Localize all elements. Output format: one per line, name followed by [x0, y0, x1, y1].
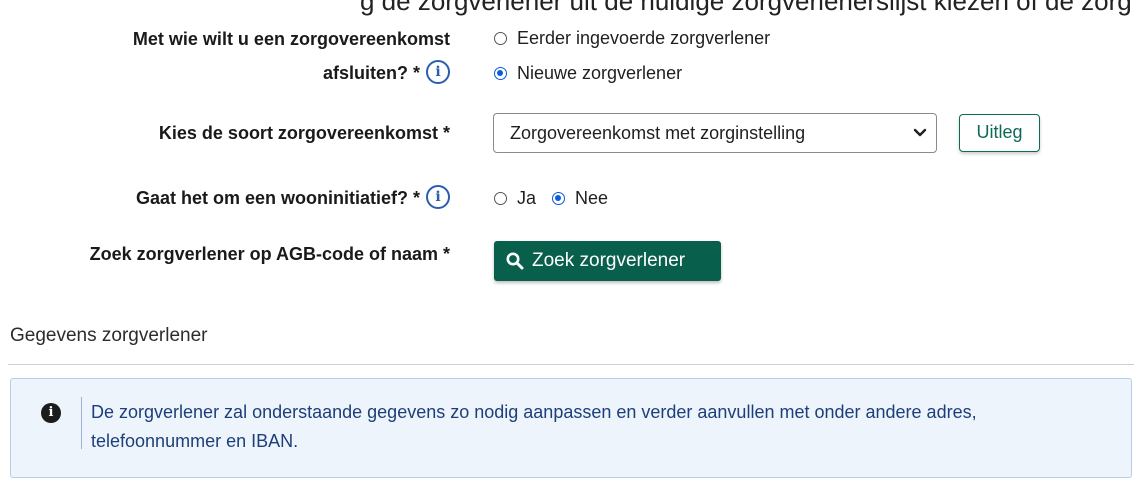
section-title: Gegevens zorgverlener [10, 325, 208, 346]
clipped-top-text: g de zorgverlener uit de huidige zorgver… [360, 0, 1132, 16]
wooninitiatief-label: Gaat het om een wooninitiatief? * i [136, 181, 450, 215]
radio-button-checked[interactable] [494, 66, 507, 80]
soort-select[interactable]: Zorgovereenkomst met zorginstelling [493, 113, 937, 153]
radio-label: Nieuwe zorgverlener [517, 63, 683, 83]
radio-nieuwe-zorgverlener[interactable]: Nieuwe zorgverlener [494, 60, 682, 86]
wooninitiatief-label-text: Gaat het om een wooninitiatief? * [135, 188, 420, 208]
radio-label: Eerder ingevoerde zorgverlener [517, 28, 771, 48]
soort-label: Kies de soort zorgovereenkomst * [158, 123, 450, 143]
chevron-down-icon [913, 128, 927, 137]
info-icon[interactable]: i [426, 185, 450, 210]
radio-eerder-ingevoerde[interactable]: Eerder ingevoerde zorgverlener [494, 25, 770, 51]
uitleg-button[interactable]: Uitleg [959, 114, 1040, 152]
info-icon[interactable]: i [426, 60, 450, 85]
radio-button[interactable] [494, 31, 507, 45]
radio-nee-label: Nee [575, 188, 609, 208]
zoek-button-label: Zoek zorgverlener [532, 250, 686, 271]
info-alert: i De zorgverlener zal onderstaande gegev… [10, 378, 1132, 478]
divider [8, 364, 1134, 365]
soort-select-value: Zorgovereenkomst met zorginstelling [510, 123, 806, 143]
alert-separator [81, 397, 82, 449]
wooninitiatief-radio-group: Ja Nee [494, 185, 608, 211]
radio-ja-label: Ja [517, 188, 537, 208]
partner-label: Met wie wilt u een zorgovereenkomst afsl… [133, 22, 450, 90]
partner-label-line2: afsluiten? * [322, 63, 420, 83]
search-icon [506, 252, 524, 270]
info-filled-icon: i [41, 403, 61, 423]
alert-text: De zorgverlener zal onderstaande gegeven… [91, 402, 977, 451]
partner-label-line1: Met wie wilt u een zorgovereenkomst [132, 29, 450, 49]
radio-ja[interactable] [494, 191, 507, 205]
zoek-zorgverlener-button[interactable]: Zoek zorgverlener [494, 241, 721, 281]
zoek-label: Zoek zorgverlener op AGB-code of naam * [89, 244, 450, 264]
radio-nee[interactable] [552, 191, 566, 205]
